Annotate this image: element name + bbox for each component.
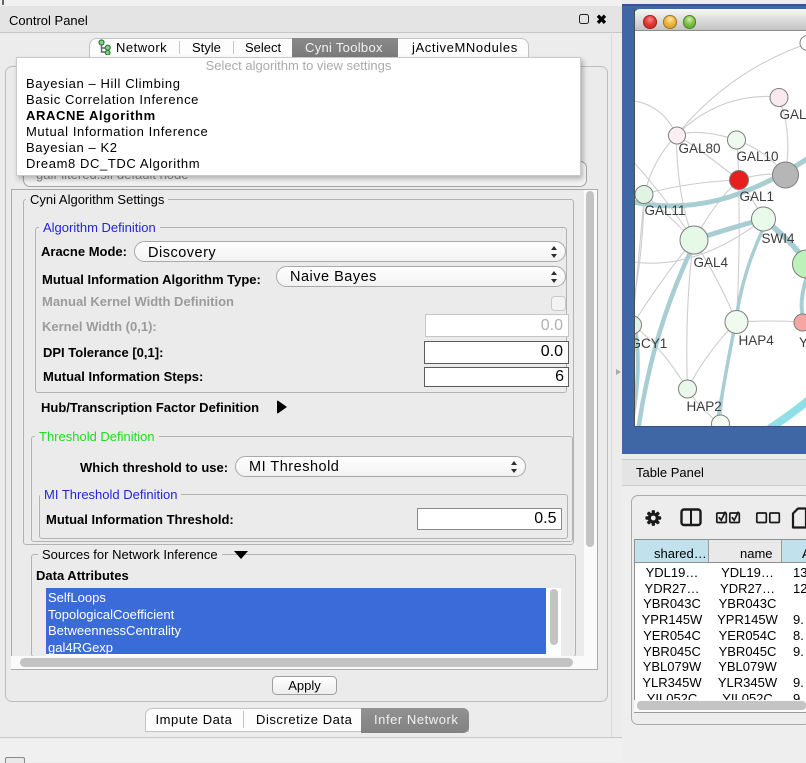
- svg-text:GAL4: GAL4: [693, 255, 728, 270]
- svg-text:GAL1: GAL1: [739, 189, 774, 204]
- svg-text:GAL11: GAL11: [644, 203, 685, 218]
- svg-text:GAL2: GAL2: [779, 107, 806, 122]
- svg-text:HAP2: HAP2: [686, 399, 721, 414]
- svg-text:GAL10: GAL10: [736, 149, 778, 164]
- svg-text:GAL80: GAL80: [678, 141, 720, 156]
- svg-text:HAP4: HAP4: [738, 333, 774, 348]
- svg-text:SWI4: SWI4: [761, 231, 794, 246]
- svg-text:GCY1: GCY1: [635, 336, 667, 351]
- svg-text:Y: Y: [799, 335, 806, 350]
